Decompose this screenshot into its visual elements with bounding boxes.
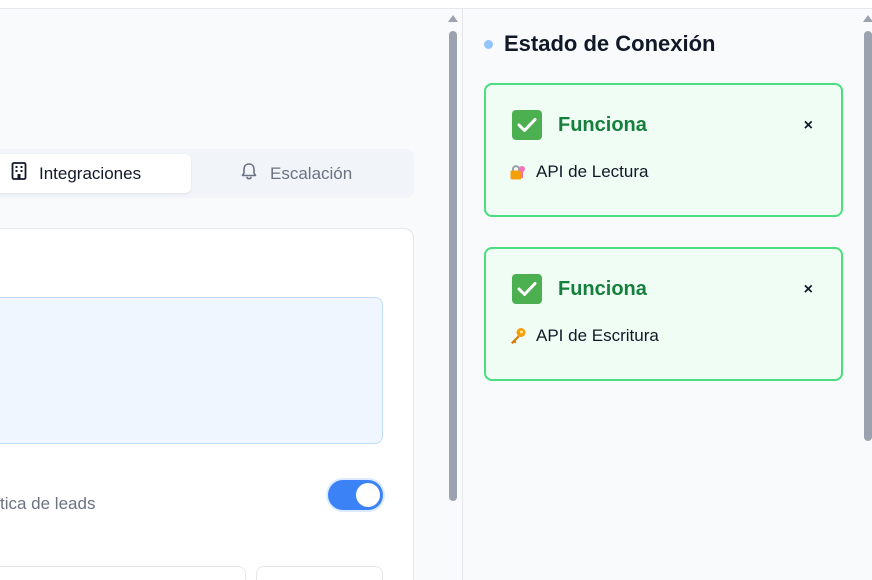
building-icon [11, 162, 27, 185]
connection-status-text: Funciona [558, 278, 647, 300]
bell-icon [240, 162, 258, 186]
lock-key-icon [509, 163, 527, 181]
left-scrollbar[interactable] [448, 9, 458, 580]
scroll-up-arrow-icon[interactable] [863, 15, 872, 22]
bottom-field[interactable] [0, 566, 246, 580]
top-border [0, 0, 872, 9]
connection-status-panel: Estado de Conexión Funciona × API de Lec… [463, 9, 872, 580]
settings-panel: Integraciones Escalación tica de leads [0, 9, 445, 580]
scrollbar-thumb[interactable] [864, 31, 872, 441]
tab-integrations[interactable]: Integraciones [0, 154, 191, 193]
api-row: API de Escritura [509, 326, 659, 346]
tab-integrations-label: Integraciones [39, 163, 142, 183]
api-row: API de Lectura [509, 162, 648, 182]
check-icon [512, 110, 542, 140]
right-scrollbar[interactable] [863, 9, 872, 580]
lead-toggle[interactable] [328, 480, 383, 510]
close-button[interactable]: × [804, 118, 813, 134]
status-header: Estado de Conexión [484, 31, 715, 57]
tab-bar: Integraciones Escalación [0, 149, 414, 198]
toggle-knob [356, 483, 380, 507]
info-box [0, 297, 383, 444]
status-title: Estado de Conexión [504, 31, 716, 56]
bottom-button[interactable] [256, 566, 383, 580]
connection-card: Funciona × API de Lectura [484, 83, 843, 217]
status-dot-icon [484, 39, 493, 49]
scroll-up-arrow-icon[interactable] [448, 15, 458, 22]
api-label: API de Escritura [536, 326, 659, 345]
check-icon [512, 274, 542, 304]
scrollbar-thumb[interactable] [449, 31, 457, 501]
lead-toggle-label: tica de leads [0, 494, 96, 513]
tab-escalation[interactable]: Escalación [240, 154, 352, 193]
key-icon [509, 327, 527, 345]
close-button[interactable]: × [804, 282, 813, 298]
api-label: API de Lectura [536, 162, 649, 181]
connection-status-text: Funciona [558, 114, 647, 136]
tab-escalation-label: Escalación [270, 163, 353, 183]
connection-card: Funciona × API de Escritura [484, 247, 843, 381]
